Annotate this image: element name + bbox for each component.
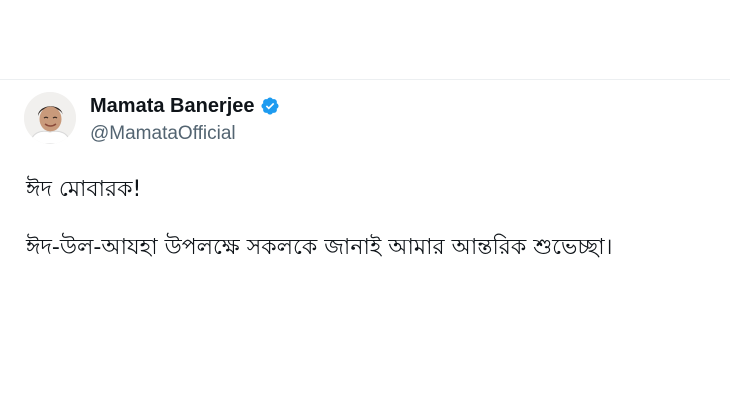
top-divider <box>0 79 730 80</box>
author-handle[interactable]: @MamataOfficial <box>90 122 280 146</box>
verified-badge-icon <box>260 96 280 116</box>
author-names: Mamata Banerjee @MamataOfficial <box>90 94 280 146</box>
author-display-name[interactable]: Mamata Banerjee <box>90 94 255 118</box>
tweet-header: Mamata Banerjee @MamataOfficial <box>24 90 714 146</box>
avatar-portrait-icon <box>24 92 76 144</box>
tweet-screenshot: Mamata Banerjee @MamataOfficial ঈদ মোবার… <box>0 0 730 400</box>
tweet-card: Mamata Banerjee @MamataOfficial ঈদ মোবার… <box>24 90 714 260</box>
tweet-text-line-1: ঈদ মোবারক! <box>26 177 142 202</box>
author-name-row: Mamata Banerjee <box>90 94 280 118</box>
author-avatar[interactable] <box>24 92 76 144</box>
tweet-text-line-2: ঈদ-উল-আযহা উপলক্ষে সকলকে জানাই আমার আন্ত… <box>26 235 613 260</box>
